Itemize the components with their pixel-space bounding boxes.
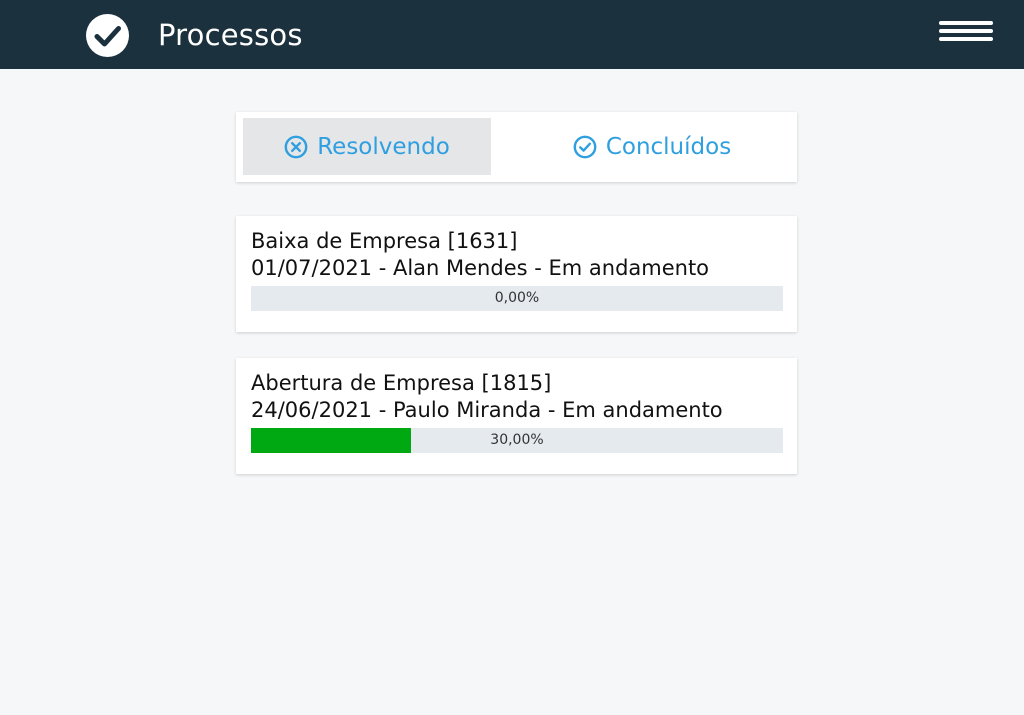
hamburger-menu-icon[interactable] bbox=[936, 18, 996, 51]
progress-bar: 30,00% bbox=[251, 428, 783, 453]
tab-label: Resolvendo bbox=[317, 133, 450, 160]
page-title: Processos bbox=[158, 18, 303, 52]
close-circle-icon bbox=[284, 135, 308, 158]
progress-label: 30,00% bbox=[490, 432, 544, 448]
process-card[interactable]: Abertura de Empresa [1815] 24/06/2021 - … bbox=[236, 358, 797, 474]
tab-label: Concluídos bbox=[605, 133, 732, 160]
tabs-bar: Resolvendo Concluídos bbox=[236, 112, 797, 182]
process-details: 01/07/2021 - Alan Mendes - Em andamento bbox=[251, 256, 710, 280]
check-circle-icon bbox=[573, 135, 597, 158]
progress-bar: 0,00% bbox=[251, 286, 783, 311]
tab-concluidos[interactable]: Concluídos bbox=[517, 118, 787, 175]
check-circle-icon bbox=[86, 14, 129, 57]
process-details: 24/06/2021 - Paulo Miranda - Em andament… bbox=[251, 398, 723, 422]
process-card[interactable]: Baixa de Empresa [1631] 01/07/2021 - Ala… bbox=[236, 216, 797, 332]
process-title: Baixa de Empresa [1631] bbox=[251, 229, 518, 253]
process-title: Abertura de Empresa [1815] bbox=[251, 371, 552, 395]
tab-resolvendo[interactable]: Resolvendo bbox=[243, 118, 491, 175]
top-app-bar: Processos bbox=[0, 0, 1024, 69]
progress-label: 0,00% bbox=[494, 290, 540, 306]
